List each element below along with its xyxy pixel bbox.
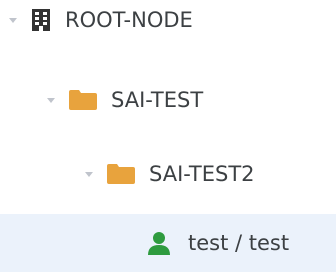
tree-node-label: ROOT-NODE [65,8,193,32]
tree-node-sai-test2[interactable]: SAI-TEST2 [0,147,336,201]
tree-node-test-user[interactable]: test / test [0,214,336,272]
caret-down-icon[interactable] [7,14,19,26]
folder-icon [107,164,135,184]
user-icon [148,231,170,255]
folder-icon [69,90,97,110]
tree-node-label: SAI-TEST [111,88,204,112]
tree-node-root[interactable]: ROOT-NODE [0,0,336,47]
tree-node-sai-test[interactable]: SAI-TEST [0,73,336,127]
caret-down-icon[interactable] [83,168,95,180]
tree-node-label: SAI-TEST2 [149,162,255,186]
building-icon [31,9,51,31]
caret-down-icon[interactable] [45,94,57,106]
tree-node-label: test / test [188,231,290,255]
